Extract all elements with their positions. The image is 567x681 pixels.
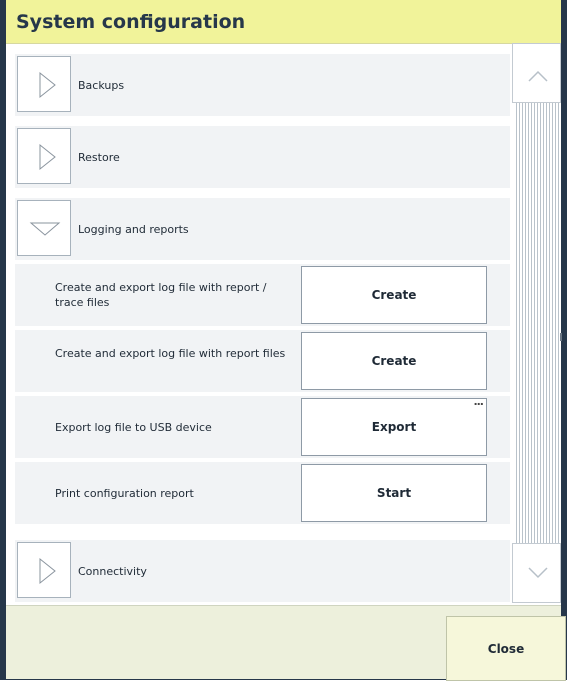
backups-expand-button[interactable] xyxy=(17,56,71,112)
chevron-down-icon xyxy=(29,222,61,236)
item-label: Print configuration report xyxy=(55,487,194,500)
vertical-scrollbar[interactable] xyxy=(511,43,562,603)
scroll-up-icon xyxy=(528,70,548,82)
print-report-start-button[interactable]: Start xyxy=(301,464,487,522)
button-label: Create xyxy=(371,288,417,302)
item-label: Export log file to USB device xyxy=(55,421,212,434)
scroll-down-icon xyxy=(528,567,548,579)
export-log-button[interactable]: ... Export xyxy=(301,395,487,456)
item-label: Create and export log file with report f… xyxy=(55,347,286,360)
button-label: Create xyxy=(371,354,417,368)
section-label-connectivity: Connectivity xyxy=(78,565,147,578)
button-label: Start xyxy=(376,486,412,500)
section-logging-and-reports[interactable]: Logging and reports xyxy=(15,198,510,260)
list-item: Export log file to USB device ... Export xyxy=(15,395,510,458)
scroll-track[interactable] xyxy=(514,103,561,543)
list-item: Create and export log file with report f… xyxy=(15,330,510,392)
section-connectivity[interactable]: Connectivity xyxy=(15,540,510,602)
item-label: Create and export log file with report /… xyxy=(55,281,267,309)
section-restore[interactable]: Restore xyxy=(15,126,510,188)
list-item: Create and export log file with report /… xyxy=(15,264,510,326)
scroll-up-button[interactable] xyxy=(512,43,561,103)
section-backups[interactable]: Backups xyxy=(15,54,510,116)
dialog-title: System configuration xyxy=(16,11,246,33)
chevron-right-icon xyxy=(39,143,56,171)
create-report-log-button[interactable]: Create xyxy=(301,332,487,390)
section-label-backups: Backups xyxy=(78,79,125,92)
create-trace-log-button[interactable]: Create xyxy=(301,266,487,324)
section-label-logging: Logging and reports xyxy=(78,223,189,236)
section-label-restore: Restore xyxy=(78,151,120,164)
chevron-right-icon xyxy=(39,557,56,585)
scroll-position-indicator xyxy=(560,333,562,341)
close-button-label: Close xyxy=(487,641,525,656)
dialog-footer: Close xyxy=(6,605,566,681)
list-item: Print configuration report Start xyxy=(15,462,510,524)
chevron-right-icon xyxy=(39,71,56,99)
restore-expand-button[interactable] xyxy=(17,128,71,184)
logging-collapse-button[interactable] xyxy=(17,200,71,256)
scroll-down-button[interactable] xyxy=(512,543,561,603)
close-button[interactable]: Close xyxy=(446,616,566,681)
title-bar: System configuration xyxy=(6,0,561,44)
more-options-indicator: ... xyxy=(473,395,484,408)
connectivity-expand-button[interactable] xyxy=(17,542,71,598)
button-label: Export xyxy=(371,420,417,434)
